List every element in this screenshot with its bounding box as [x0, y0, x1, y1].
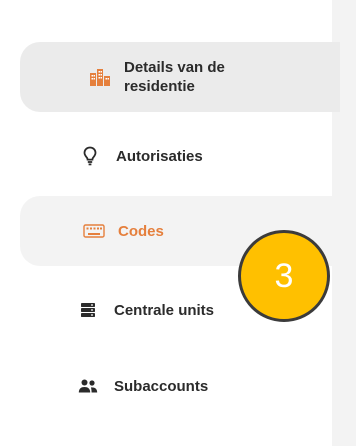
sidebar-item-label: Centrale units	[114, 301, 215, 319]
step-number-badge: 3	[238, 230, 330, 322]
sidebar-item-autorisaties[interactable]: Autorisaties	[20, 136, 340, 176]
sidebar-item-label: Details van de residentie	[124, 59, 225, 95]
server-icon	[76, 298, 100, 322]
lightbulb-icon	[78, 144, 102, 168]
sidebar-item-label: Codes	[118, 222, 164, 240]
sidebar-item-details-van-de-residentie[interactable]: Details van de residentie	[20, 42, 340, 112]
sidebar-item-subaccounts[interactable]: Subaccounts	[20, 366, 340, 406]
keyboard-icon	[82, 219, 106, 243]
sidebar-item-label: Subaccounts	[114, 377, 209, 395]
sidebar-item-label: Autorisaties	[116, 147, 203, 165]
buildings-icon	[88, 65, 112, 89]
users-icon	[76, 374, 100, 398]
